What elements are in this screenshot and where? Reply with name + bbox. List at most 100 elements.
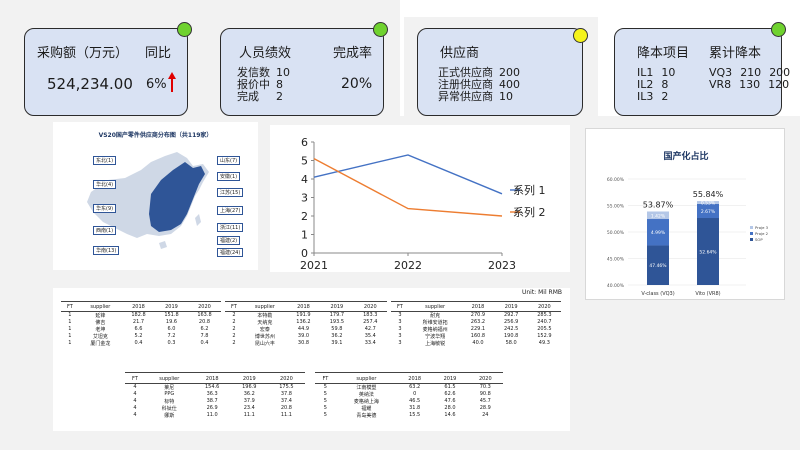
map-region-label[interactable]: 西南(1) bbox=[93, 226, 117, 235]
supplier-card[interactable]: 供应商 正式供应商 200 注册供应商 400 异常供应商 10 bbox=[417, 28, 583, 116]
table-cell: 2 bbox=[232, 319, 236, 325]
staff-stat-value: 2 bbox=[276, 90, 283, 103]
table-cell: 麦格纳福州 bbox=[422, 326, 448, 333]
purchase-amount-card[interactable]: 采购额（万元） 同比 524,234.00 6% bbox=[24, 28, 188, 116]
column-header: 2020 bbox=[467, 376, 503, 384]
table-cell: 6.0 bbox=[167, 326, 176, 332]
table-row[interactable]: 2 本特勒 191.9 179.7 183.3 bbox=[225, 311, 387, 319]
table-row[interactable]: 1 佛吉 21.7 19.6 20.8 bbox=[61, 319, 221, 326]
table-cell: 11.0 bbox=[206, 412, 218, 418]
x-tick-label: 2022 bbox=[394, 259, 422, 272]
staff-stat-label: 完成 bbox=[237, 90, 259, 103]
table-cell: 46.5 bbox=[409, 398, 421, 404]
table-row[interactable]: 2 天纳克 136.2 193.5 257.4 bbox=[225, 319, 387, 326]
cost-reduction-card[interactable]: 降本项目 累计降本 IL1 10 IL2 8 IL3 2 VQ3 210 200 VR8 1… bbox=[614, 28, 790, 116]
table-row[interactable]: 2 博世苏州 39.0 36.2 35.4 bbox=[225, 333, 387, 340]
table-cell: 47.6 bbox=[444, 398, 456, 404]
purchase-amount-label: 采购额（万元） bbox=[37, 46, 129, 61]
table-cell: 229.1 bbox=[470, 326, 486, 332]
cost-status-indicator bbox=[771, 22, 786, 37]
table-row[interactable]: 5 青岛美德 15.5 14.6 24 bbox=[315, 412, 503, 419]
table-row[interactable]: 3 宁波华翔 160.8 190.8 152.9 bbox=[391, 333, 561, 340]
table-cell: 3 bbox=[398, 333, 402, 339]
staff-performance-card[interactable]: 人员绩效 完成率 发信数 10 报价中 8 完成 2 20% bbox=[220, 28, 384, 116]
map-province-label[interactable]: 江苏(15) bbox=[217, 188, 244, 197]
table-row[interactable]: 4 娜斯 11.0 11.1 11.1 bbox=[125, 412, 305, 419]
table-cell: 麦格纳上海 bbox=[353, 398, 379, 405]
table-cell: 59.8 bbox=[331, 326, 343, 332]
map-province-label[interactable]: 安徽(1) bbox=[217, 172, 241, 181]
map-province-label[interactable]: 浙江(11) bbox=[217, 223, 244, 232]
table-row[interactable]: 4 PPG 36.3 36.2 37.8 bbox=[125, 391, 305, 398]
table-row[interactable]: 5 英纳法 0 62.6 90.8 bbox=[315, 391, 503, 398]
table-cell: 佛吉 bbox=[95, 319, 106, 326]
y-tick-label: 50.00% bbox=[607, 230, 625, 236]
table-cell: 2 bbox=[232, 312, 236, 318]
table-cell: 31.8 bbox=[409, 405, 421, 411]
table-cell: 49.3 bbox=[538, 340, 550, 346]
table-cell: 196.9 bbox=[242, 384, 257, 390]
supplier-table-panel[interactable]: Unit: Mil RMB FT supplier 2018 2019 2020 1 延锋… bbox=[53, 288, 570, 431]
table-row[interactable]: 1 艾坦克 5.2 7.2 7.8 bbox=[61, 333, 221, 340]
unit-label: Unit: Mil RMB bbox=[521, 289, 562, 296]
localization-chart-panel[interactable]: 国产化占比 40.00% 45.00% 50.00% 55.00% 60.00% 47.4… bbox=[585, 128, 785, 300]
table-row[interactable]: 4 标特 38.7 37.9 37.4 bbox=[125, 398, 305, 405]
line-chart-panel[interactable]: 0 1 2 3 4 5 6 2021 2022 2023 系列 1 系列 2 bbox=[270, 125, 570, 272]
table-header-row: FT supplier 2018 2019 2020 bbox=[125, 376, 305, 384]
table-row[interactable]: 5 福耀 31.8 28.0 28.9 bbox=[315, 405, 503, 412]
table-row[interactable]: 3 耐克 270.9 292.7 285.3 bbox=[391, 311, 561, 319]
bar-segment-label: 0.53% bbox=[701, 200, 716, 206]
column-header: 2019 bbox=[154, 304, 188, 312]
table-cell: 190.8 bbox=[503, 333, 519, 339]
bar-total-label: 55.84% bbox=[693, 190, 724, 199]
staff-stats-list: 发信数 10 报价中 8 完成 2 bbox=[237, 67, 290, 103]
x-category-label: V-class (VQ3) bbox=[641, 291, 674, 297]
table-row[interactable]: 1 厦门金龙 0.4 0.3 0.4 bbox=[61, 340, 221, 347]
map-region-label[interactable]: 东北(1) bbox=[93, 156, 117, 165]
map-province-label[interactable]: 福建(24) bbox=[217, 248, 244, 257]
supplier-stat-label: 异常供应商 bbox=[438, 90, 493, 103]
table-row[interactable]: 3 上海敏锐 40.0 58.0 49.3 bbox=[391, 340, 561, 347]
map-region-label[interactable]: 华东(9) bbox=[93, 204, 117, 213]
supplier-status-indicator bbox=[573, 28, 588, 43]
cost-project-row: IL3 2 bbox=[637, 91, 675, 103]
column-header: 2019 bbox=[320, 304, 354, 312]
table-row[interactable]: 2 宏泰 44.9 59.8 42.7 bbox=[225, 326, 387, 333]
table-row[interactable]: 1 延锋 182.8 151.8 163.8 bbox=[61, 311, 221, 319]
table-row[interactable]: 5 麦格纳上海 46.5 47.6 45.7 bbox=[315, 398, 503, 405]
table-row[interactable]: 3 所维安道拓 263.2 256.9 240.7 bbox=[391, 319, 561, 326]
column-header: 2019 bbox=[494, 304, 528, 312]
table-cell: 4 bbox=[133, 384, 137, 390]
taiwan-island-shape bbox=[195, 214, 201, 226]
table-cell: 37.4 bbox=[280, 398, 292, 404]
table-row[interactable]: 1 老坤 6.6 6.0 6.2 bbox=[61, 326, 221, 333]
map-province-label[interactable]: 山东(7) bbox=[217, 156, 241, 165]
legend-label: 系列 1 bbox=[513, 183, 546, 197]
table-cell: 35.4 bbox=[364, 333, 376, 339]
table-row[interactable]: 3 麦格纳福州 229.1 242.5 205.5 bbox=[391, 326, 561, 333]
table-cell: 193.5 bbox=[329, 319, 345, 325]
table-cell: 28.0 bbox=[444, 405, 456, 411]
table-cell: 昆山六丰 bbox=[254, 340, 275, 347]
supplier-stats-list: 正式供应商 200 注册供应商 400 异常供应商 10 bbox=[438, 67, 520, 103]
table-row[interactable]: 4 科钛仕 26.9 23.4 20.8 bbox=[125, 405, 305, 412]
column-header: 2020 bbox=[527, 304, 561, 312]
completion-rate-label: 完成率 bbox=[333, 46, 373, 61]
cumulative-reduction-label: 累计降本 bbox=[709, 46, 762, 61]
table-cell: 160.8 bbox=[470, 333, 486, 339]
map-province-label[interactable]: 上海(27) bbox=[217, 206, 244, 215]
purchase-amount-value: 524,234.00 bbox=[47, 75, 133, 93]
bar-segment-label: 2.67% bbox=[701, 209, 716, 215]
map-province-label[interactable]: 福建(2) bbox=[217, 236, 241, 245]
supplier-map-panel[interactable]: VS20国产零件供应商分布图（共119家） 东北(1) 华北(4) 华东(9) … bbox=[53, 122, 258, 270]
table-cell: 6.2 bbox=[200, 326, 209, 332]
map-region-label[interactable]: 华北(4) bbox=[93, 180, 117, 189]
table-row[interactable]: 4 莱尼 154.6 196.9 175.5 bbox=[125, 383, 305, 391]
table-cell: 福耀 bbox=[361, 405, 372, 412]
map-region-label[interactable]: 华南(13) bbox=[93, 246, 120, 255]
table-divider bbox=[391, 301, 561, 302]
table-row[interactable]: 5 江南模塑 63.2 61.5 70.3 bbox=[315, 383, 503, 391]
table-cell: 4 bbox=[133, 398, 137, 404]
completion-rate-value: 20% bbox=[341, 76, 373, 92]
table-row[interactable]: 2 昆山六丰 30.8 39.1 33.4 bbox=[225, 340, 387, 347]
